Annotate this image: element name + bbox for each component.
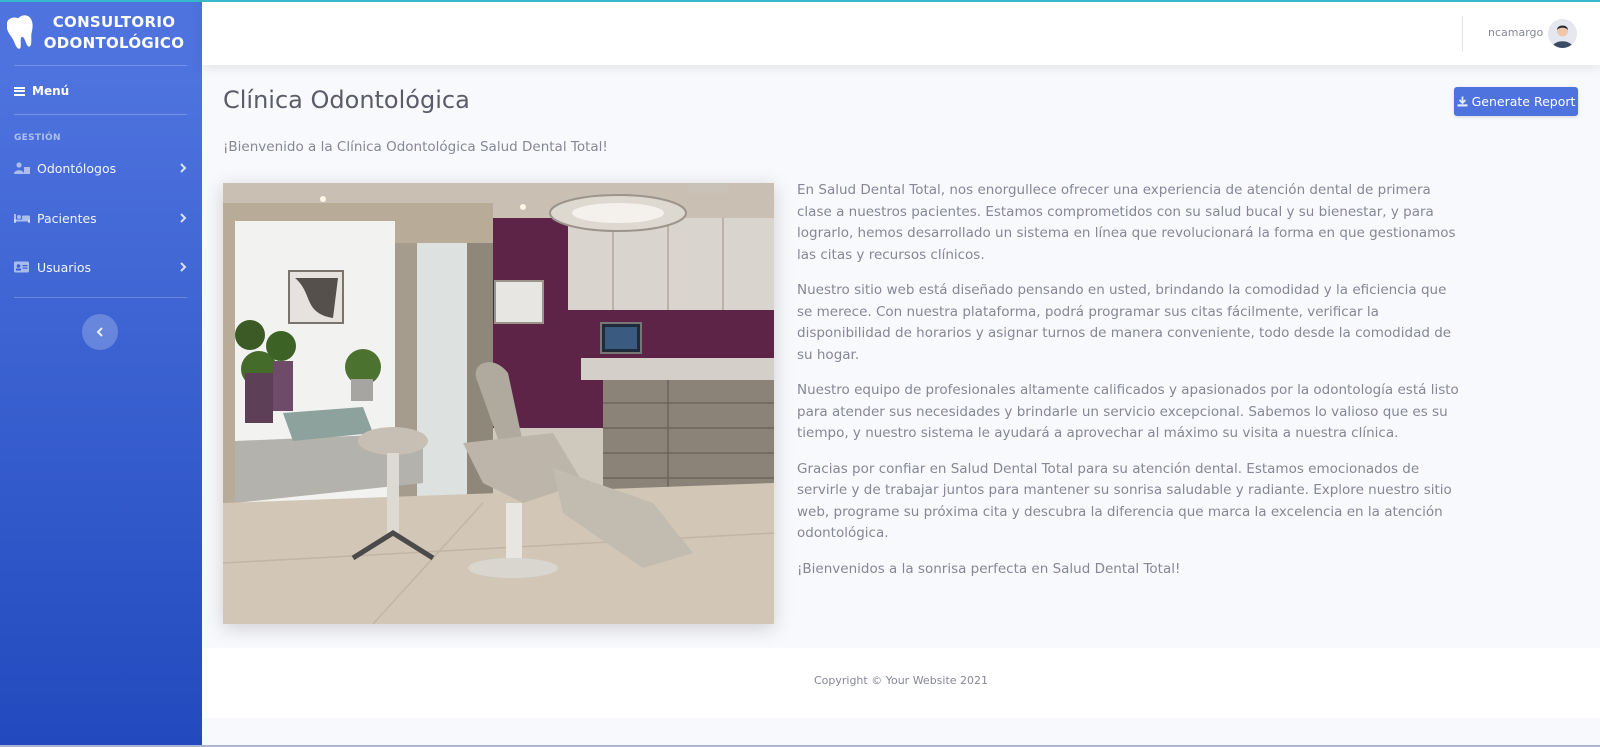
id-card-icon: [14, 261, 30, 273]
brand-line-2: ODONTOLÓGICO: [43, 34, 185, 52]
bars-icon: [14, 86, 25, 96]
sidebar-item-label: Usuarios: [37, 259, 92, 275]
sidebar-heading: GESTIÓN: [14, 133, 61, 143]
tooth-icon: [7, 15, 33, 49]
intro-paragraph: Gracias por confiar en Salud Dental Tota…: [797, 460, 1452, 542]
welcome-text: ¡Bienvenido a la Clínica Odontológica Sa…: [223, 139, 608, 155]
copyright-text: Copyright © Your Website 2021: [813, 674, 989, 687]
intro-paragraph: ¡Bienvenidos a la sonrisa perfecta en Sa…: [797, 560, 1181, 577]
brand-line-1: CONSULTORIO: [52, 13, 176, 31]
sidebar-item-usuarios[interactable]: Usuarios: [14, 255, 188, 279]
avatar[interactable]: [1548, 19, 1577, 48]
menu-toggle-label: Menú: [32, 84, 70, 98]
chevron-right-icon: [180, 262, 187, 272]
brand-title: CONSULTORIO ODONTOLÓGICO: [40, 12, 188, 54]
sidebar-divider: [14, 65, 187, 66]
sidebar-brand[interactable]: CONSULTORIO ODONTOLÓGICO: [0, 2, 202, 65]
sidebar-item-label: Odontólogos: [37, 160, 117, 176]
top-accent-line: [0, 0, 1600, 2]
bed-icon: [14, 212, 30, 224]
intro-paragraph: Nuestro equipo de profesionales altament…: [797, 382, 1459, 441]
intro-paragraph: Nuestro sitio web está diseñado pensando…: [797, 282, 1452, 363]
generate-report-button[interactable]: Generate Report: [1454, 87, 1578, 116]
sidebar-item-pacientes[interactable]: Pacientes: [14, 206, 188, 230]
dental-office-photo: [223, 183, 774, 624]
menu-toggle[interactable]: Menú: [14, 84, 69, 98]
chevron-right-icon: [180, 213, 187, 223]
user-doctor-icon: [14, 162, 30, 174]
chevron-left-icon: [96, 327, 103, 337]
topbar: ncamargo: [202, 2, 1600, 65]
sidebar-divider: [14, 297, 187, 298]
intro-paragraph: En Salud Dental Total, nos enorgullece o…: [797, 182, 1456, 263]
sidebar-divider: [14, 114, 187, 115]
page-title: Clínica Odontológica: [223, 86, 470, 114]
user-name[interactable]: ncamargo: [1488, 26, 1543, 39]
sidebar-item-label: Pacientes: [37, 210, 97, 226]
sidebar: CONSULTORIO ODONTOLÓGICO Menú GESTIÓN Od…: [0, 2, 202, 745]
download-icon: [1457, 96, 1468, 107]
sidebar-item-odontologos[interactable]: Odontólogos: [14, 156, 188, 180]
intro-text: En Salud Dental Total, nos enorgullece o…: [797, 180, 1462, 594]
sidebar-collapse-button[interactable]: [82, 314, 118, 350]
footer: Copyright © Your Website 2021: [202, 648, 1600, 718]
topbar-divider: [1462, 16, 1463, 52]
generate-report-label: Generate Report: [1471, 94, 1576, 109]
chevron-right-icon: [180, 163, 187, 173]
